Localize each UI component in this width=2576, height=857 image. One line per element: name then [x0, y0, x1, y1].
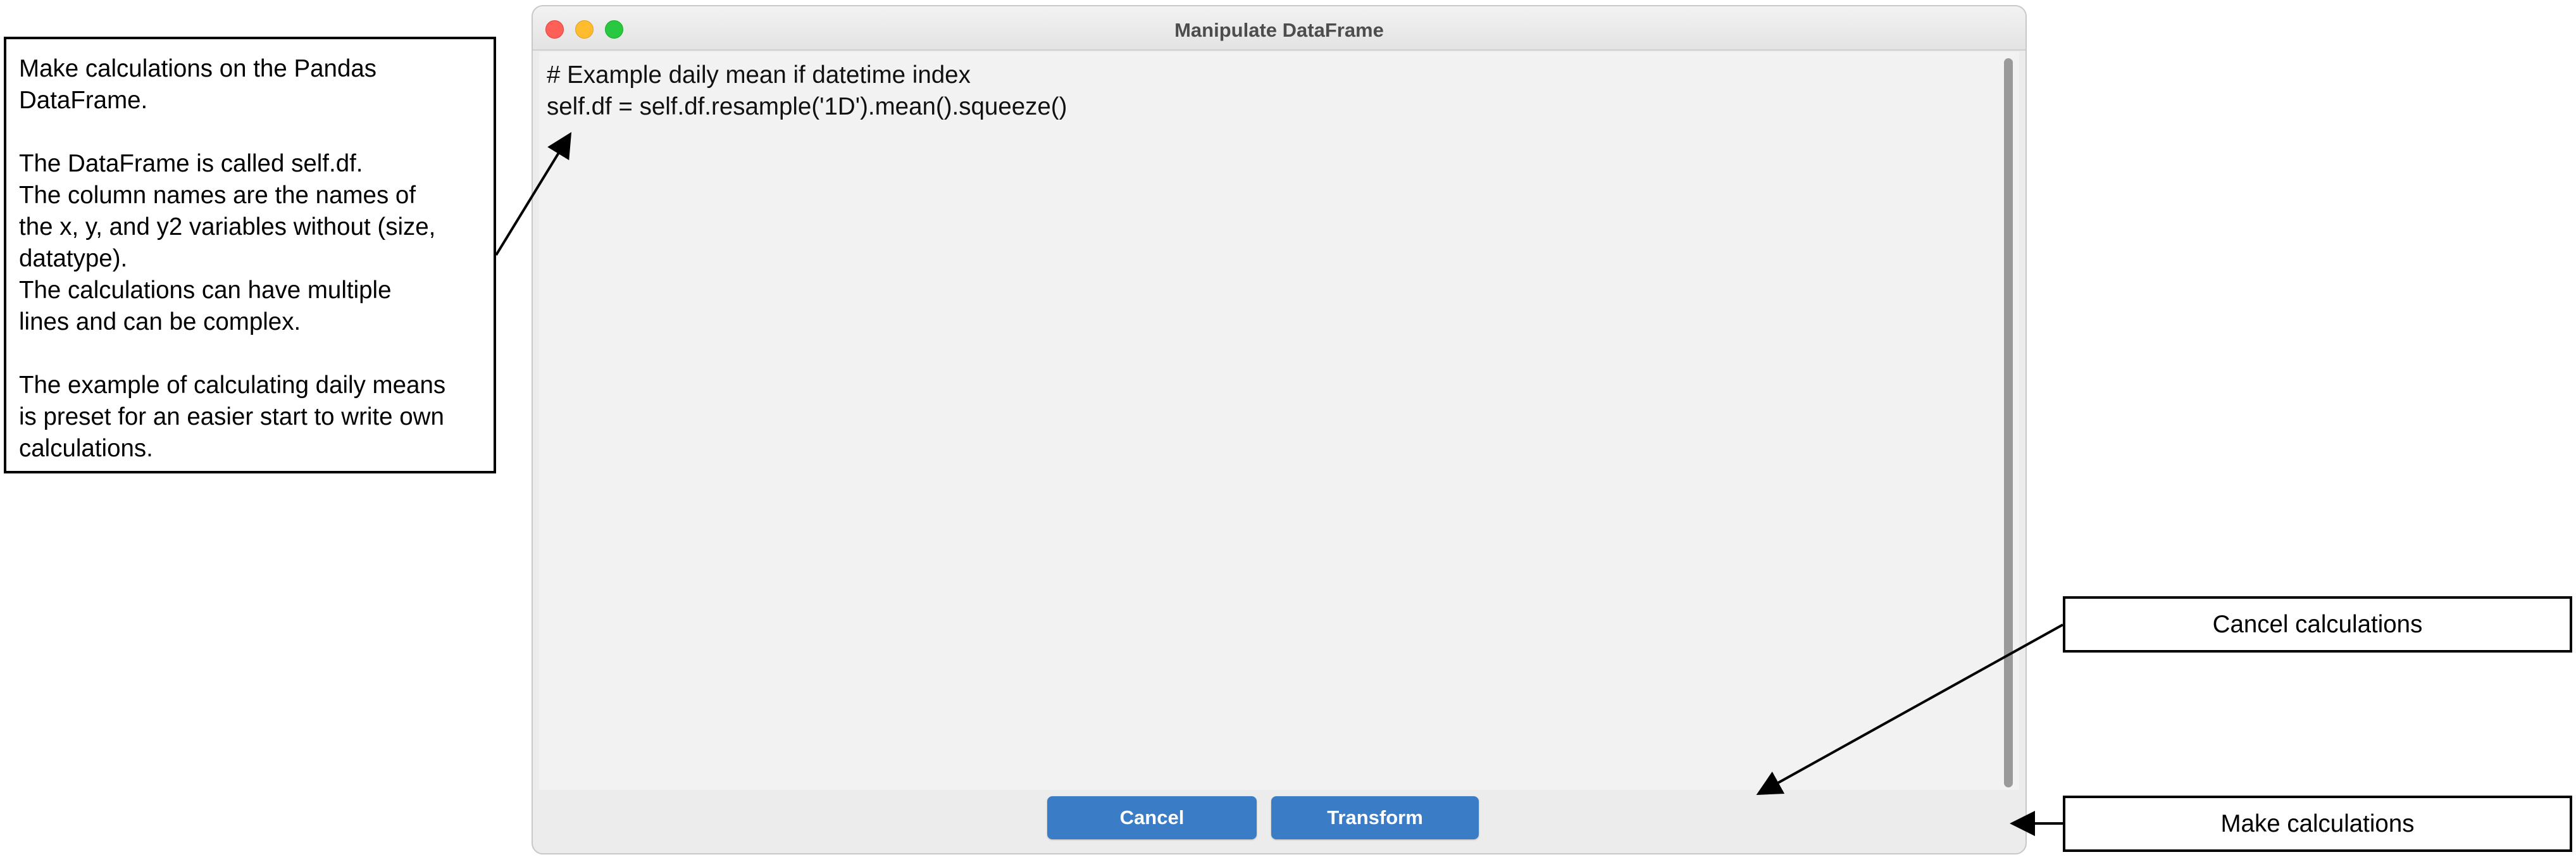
annotation-line: The example of calculating daily means	[19, 372, 446, 399]
cancel-button[interactable]: Cancel	[1047, 796, 1257, 839]
code-line: # Example daily mean if datetime index	[547, 61, 971, 89]
annotation-description: Make calculations on the Pandas DataFram…	[4, 37, 496, 473]
annotation-cancel: Cancel calculations	[2063, 596, 2572, 653]
window-title: Manipulate DataFrame	[1174, 19, 1384, 41]
transform-button[interactable]: Transform	[1271, 796, 1479, 839]
annotation-line: The DataFrame is called self.df.	[19, 150, 363, 177]
manipulate-dataframe-window: Manipulate DataFrame # Example daily mea…	[532, 5, 2027, 854]
annotation-line: The column names are the names of	[19, 182, 416, 209]
annotation-line: Make calculations on the Pandas	[19, 55, 377, 82]
screenshot-stage: Make calculations on the Pandas DataFram…	[0, 0, 2576, 857]
code-line: self.df = self.df.resample('1D').mean().…	[547, 93, 1067, 120]
annotation-cancel-text: Cancel calculations	[2212, 610, 2423, 638]
code-text[interactable]: # Example daily mean if datetime index s…	[547, 59, 1067, 123]
code-editor[interactable]: # Example daily mean if datetime index s…	[539, 52, 2019, 790]
annotation-paragraph-2: The DataFrame is called self.df. The col…	[19, 148, 481, 338]
annotation-line: calculations.	[19, 435, 153, 462]
annotation-line: lines and can be complex.	[19, 308, 301, 335]
annotation-line: is preset for an easier start to write o…	[19, 403, 444, 430]
title-bar[interactable]: Manipulate DataFrame	[533, 6, 2025, 51]
annotation-line: the x, y, and y2 variables without (size…	[19, 213, 436, 241]
annotation-make-text: Make calculations	[2220, 810, 2415, 837]
annotation-line: The calculations can have multiple	[19, 277, 392, 304]
annotation-paragraph-1: Make calculations on the Pandas DataFram…	[19, 53, 481, 116]
annotation-paragraph-3: The example of calculating daily means i…	[19, 370, 481, 465]
annotation-line: datatype).	[19, 245, 128, 272]
editor-scrollbar[interactable]	[2004, 58, 2013, 787]
annotation-make: Make calculations	[2063, 796, 2572, 852]
annotation-line: DataFrame.	[19, 87, 148, 114]
